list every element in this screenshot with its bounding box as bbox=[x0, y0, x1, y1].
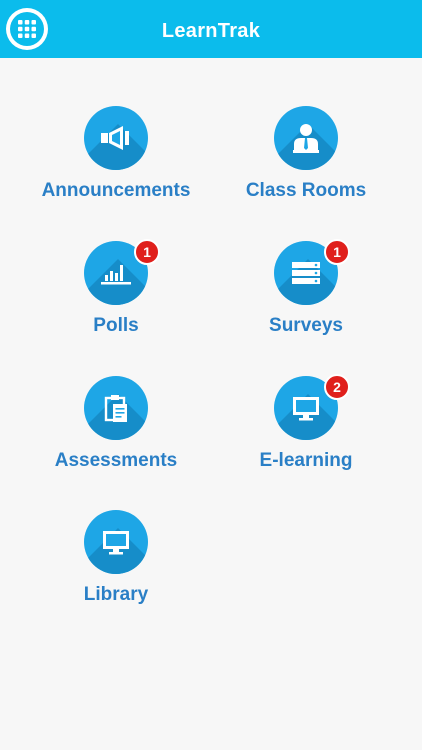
megaphone-icon bbox=[84, 106, 148, 170]
tile-label: Surveys bbox=[269, 315, 343, 336]
clipboard-icon bbox=[84, 376, 148, 440]
notification-badge: 1 bbox=[324, 239, 350, 265]
grid-menu-icon bbox=[10, 12, 44, 46]
notification-badge: 2 bbox=[324, 374, 350, 400]
tile-polls[interactable]: 1 Polls bbox=[21, 239, 211, 351]
tile-class-rooms[interactable]: Class Rooms bbox=[211, 106, 401, 216]
tile-announcements[interactable]: Announcements bbox=[21, 106, 211, 216]
tile-label: Assessments bbox=[54, 450, 178, 471]
tile-library[interactable]: Library bbox=[21, 510, 211, 620]
app-title: LearnTrak bbox=[161, 20, 261, 42]
tile-label: Announcements bbox=[41, 180, 191, 201]
grid-menu-button[interactable] bbox=[6, 8, 48, 50]
monitor-icon bbox=[84, 510, 148, 574]
tile-label: Library bbox=[83, 584, 149, 605]
tile-assessments[interactable]: Assessments bbox=[21, 376, 211, 486]
tile-label: Polls bbox=[93, 315, 139, 336]
tile-label: Class Rooms bbox=[245, 180, 367, 201]
tile-label: E-learning bbox=[259, 450, 353, 471]
teacher-icon bbox=[274, 106, 338, 170]
notification-badge: 1 bbox=[134, 239, 160, 265]
tile-surveys[interactable]: 1 Surveys bbox=[211, 239, 401, 351]
tile-e-learning[interactable]: 2 E-learning bbox=[211, 374, 401, 486]
app-header: LearnTrak bbox=[0, 0, 422, 58]
